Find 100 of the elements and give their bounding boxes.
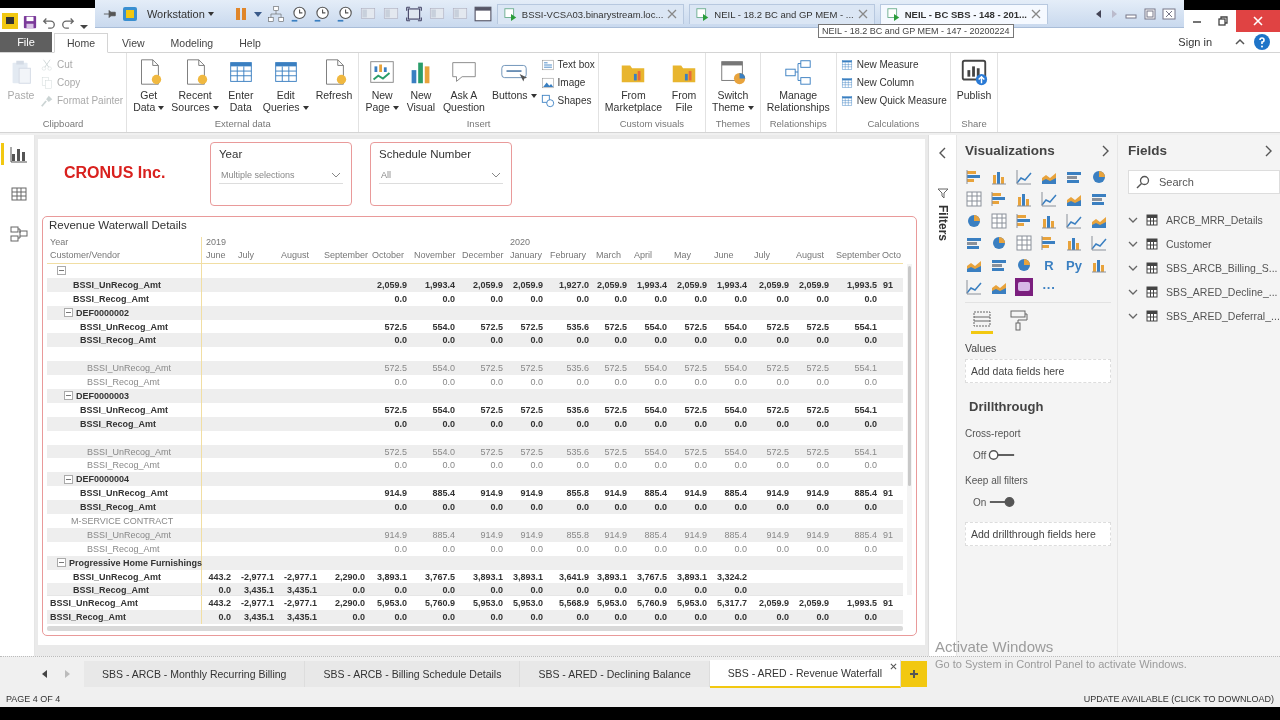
page-tab[interactable]: SBS - ARCB - Billing Schedule Details bbox=[305, 661, 521, 687]
close-icon[interactable] bbox=[890, 663, 897, 670]
close-icon[interactable] bbox=[857, 9, 868, 19]
clock-icon[interactable] bbox=[335, 4, 354, 23]
visual-type-button[interactable] bbox=[1040, 234, 1058, 252]
visual-type-button[interactable] bbox=[1015, 278, 1033, 296]
field-table-item[interactable]: SBS_ARED_Decline_... bbox=[1128, 280, 1280, 304]
ribbon-tab[interactable]: Home bbox=[54, 33, 108, 53]
ribbon-button[interactable]: Text box bbox=[540, 57, 595, 72]
ribbon-button[interactable]: Switch Theme bbox=[709, 55, 757, 118]
visual-type-button[interactable] bbox=[1015, 234, 1033, 252]
visual-type-button[interactable] bbox=[990, 190, 1008, 208]
ribbon-button[interactable]: Buttons bbox=[488, 55, 540, 118]
clock-icon[interactable] bbox=[289, 4, 308, 23]
page-tab[interactable]: SBS - ARED - Declining Balance bbox=[520, 661, 710, 687]
page-tab[interactable]: SBS - ARED - Revenue Waterfall bbox=[709, 660, 901, 688]
page-tab[interactable]: SBS - ARCB - Monthly Recurring Billing bbox=[84, 661, 306, 687]
ribbon-tab[interactable]: View bbox=[110, 33, 157, 52]
visual-type-button[interactable] bbox=[990, 212, 1008, 230]
visual-type-button[interactable] bbox=[1090, 168, 1108, 186]
visual-type-button[interactable] bbox=[1015, 212, 1033, 230]
toggle-switch[interactable] bbox=[988, 496, 1017, 508]
field-table-item[interactable]: Customer bbox=[1128, 232, 1280, 256]
visual-type-button[interactable]: ··· bbox=[1040, 278, 1058, 296]
visual-type-button[interactable]: Py bbox=[1065, 256, 1083, 274]
console-icon[interactable] bbox=[473, 4, 492, 23]
chevron-icon[interactable] bbox=[1128, 215, 1138, 225]
visual-type-button[interactable] bbox=[965, 278, 983, 296]
collapse-toggle-icon[interactable] bbox=[64, 474, 73, 484]
ribbon-button[interactable]: Enter Data bbox=[222, 55, 259, 118]
close-icon[interactable] bbox=[667, 9, 678, 19]
restore-icon[interactable] bbox=[1143, 6, 1157, 21]
visual-type-button[interactable] bbox=[1015, 168, 1033, 186]
undo-icon[interactable] bbox=[42, 15, 56, 29]
drop-zone[interactable]: Add data fields here bbox=[965, 359, 1111, 383]
visual-type-button[interactable] bbox=[990, 234, 1008, 252]
close-icon[interactable] bbox=[1162, 6, 1176, 21]
collapse-toggle-icon[interactable] bbox=[57, 558, 66, 568]
search-field[interactable]: Search bbox=[1128, 170, 1280, 194]
ribbon-button[interactable]: Manage Relationships bbox=[763, 55, 833, 118]
collapse-toggle-icon[interactable] bbox=[64, 391, 73, 401]
ribbon-button[interactable]: New Measure bbox=[839, 57, 947, 72]
chevron-icon[interactable] bbox=[1128, 239, 1138, 249]
ribbon-button[interactable]: From File bbox=[666, 55, 702, 118]
left-arrow-icon[interactable] bbox=[1094, 8, 1104, 19]
ribbon-button[interactable]: Image bbox=[540, 75, 595, 90]
visual-type-button[interactable] bbox=[1015, 256, 1033, 274]
filters-pane-title[interactable]: Filters bbox=[935, 205, 950, 241]
chevron-icon[interactable] bbox=[1128, 311, 1138, 321]
redo-icon[interactable] bbox=[61, 15, 75, 29]
clock-icon[interactable] bbox=[312, 4, 331, 23]
sign-in-link[interactable]: Sign in bbox=[1178, 36, 1212, 48]
save-icon[interactable] bbox=[23, 15, 37, 29]
close-icon[interactable] bbox=[1031, 9, 1041, 19]
scrollbar[interactable] bbox=[47, 625, 903, 631]
visual-type-button[interactable]: R bbox=[1040, 256, 1058, 274]
collapse-toggle-icon[interactable] bbox=[57, 266, 66, 276]
fullscreen-icon[interactable] bbox=[404, 4, 423, 23]
ribbon-button[interactable]: New Visual bbox=[402, 55, 439, 118]
help-icon[interactable] bbox=[1254, 34, 1270, 50]
workstation-menu[interactable]: Workstation bbox=[142, 5, 218, 22]
drop-zone[interactable]: Add drillthrough fields here bbox=[965, 522, 1111, 546]
visual-type-button[interactable] bbox=[965, 212, 983, 230]
vm-tab[interactable]: BSSI-VCSA03.binarystream.loc... bbox=[496, 3, 685, 24]
scrollbar[interactable] bbox=[907, 264, 912, 595]
ribbon-button[interactable]: New Column bbox=[839, 75, 947, 90]
slicer-dropdown[interactable]: Multiple selections bbox=[219, 168, 343, 184]
ribbon-button[interactable]: New Page bbox=[362, 55, 402, 118]
ribbon-button[interactable]: New Quick Measure bbox=[839, 93, 947, 108]
field-table-item[interactable]: SBS_ARCB_Billing_S... bbox=[1128, 256, 1280, 280]
ribbon-button[interactable]: Edit Queries bbox=[259, 55, 312, 118]
toggle-switch[interactable] bbox=[988, 449, 1017, 461]
chevron-icon[interactable] bbox=[1128, 263, 1138, 273]
ribbon-button[interactable]: Ask A Question bbox=[439, 55, 488, 118]
field-table-item[interactable]: SBS_ARED_Deferral_... bbox=[1128, 304, 1280, 328]
fields-tab-icon[interactable] bbox=[971, 309, 993, 334]
ribbon-tab[interactable]: Modeling bbox=[158, 33, 226, 52]
ribbon-button[interactable]: Get Data bbox=[130, 55, 168, 118]
visual-type-button[interactable] bbox=[1040, 190, 1058, 208]
vm-tab[interactable]: NEIL - 18.2 BC and GP MEM - ... bbox=[689, 3, 875, 24]
ribbon-button[interactable]: Publish bbox=[953, 55, 995, 118]
add-page-button[interactable] bbox=[901, 661, 927, 687]
collapse-toggle-icon[interactable] bbox=[64, 308, 73, 318]
vm-tab[interactable]: NEIL - BC SBS - 148 - 201... bbox=[879, 3, 1048, 24]
chevron-icon[interactable] bbox=[1128, 287, 1138, 297]
slicer-dropdown[interactable]: All bbox=[379, 168, 503, 184]
file-tab[interactable]: File bbox=[0, 32, 52, 52]
field-table-item[interactable]: ARCB_MRR_Details bbox=[1128, 208, 1280, 232]
caret-icon[interactable] bbox=[253, 9, 262, 18]
update-link[interactable]: UPDATE AVAILABLE (CLICK TO DOWNLOAD) bbox=[1083, 694, 1274, 704]
network-icon[interactable] bbox=[266, 4, 285, 23]
paint-roller-icon[interactable] bbox=[1007, 309, 1029, 331]
ribbon-button[interactable]: From Marketplace bbox=[601, 55, 665, 118]
visual-type-button[interactable] bbox=[965, 168, 983, 186]
ribbon-button[interactable]: Recent Sources bbox=[168, 55, 222, 118]
visual-type-button[interactable] bbox=[1065, 212, 1083, 230]
ribbon-button[interactable]: Refresh bbox=[312, 55, 356, 118]
ribbon-tab[interactable]: Help bbox=[227, 33, 273, 52]
left-arrow-icon[interactable] bbox=[40, 669, 50, 679]
visual-type-button[interactable] bbox=[965, 190, 983, 208]
